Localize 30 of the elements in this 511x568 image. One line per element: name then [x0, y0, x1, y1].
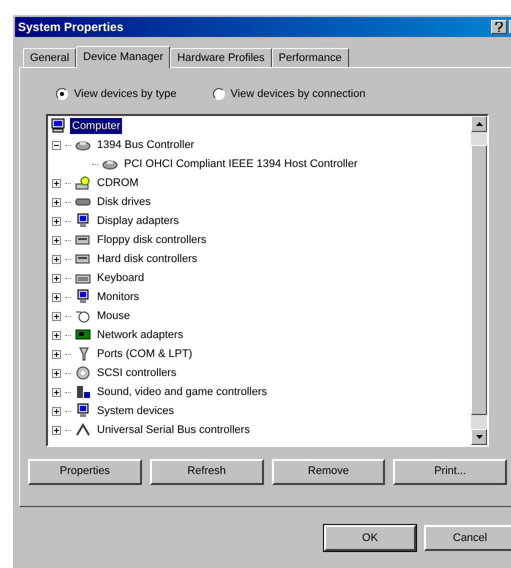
tree-item[interactable]: Sound, video and game controllers: [95, 384, 269, 400]
tab[interactable]: Hardware Profiles: [170, 48, 272, 67]
tab[interactable]: General: [23, 48, 76, 67]
tree-item[interactable]: Mouse: [95, 308, 132, 324]
tree-item[interactable]: Hard disk controllers: [95, 250, 200, 268]
dialog-button[interactable]: OK: [324, 525, 416, 551]
tree-item[interactable]: Universal Serial Bus controllers: [95, 422, 252, 438]
radio-option[interactable]: View devices by connection: [212, 86, 366, 102]
action-button[interactable]: Properties: [28, 458, 142, 484]
tree-item[interactable]: 1394 Bus Controller: [95, 136, 196, 154]
tree-item[interactable]: Display adapters: [95, 212, 181, 230]
tab[interactable]: Performance: [272, 48, 349, 67]
action-button[interactable]: Print...: [393, 458, 507, 484]
action-button[interactable]: Refresh: [150, 458, 264, 484]
tab[interactable]: Device Manager: [76, 46, 170, 68]
action-button[interactable]: Remove: [272, 458, 386, 484]
tree-item[interactable]: Ports (COM & LPT): [95, 346, 194, 362]
tree-item[interactable]: Floppy disk controllers: [95, 232, 208, 248]
tree-item[interactable]: Keyboard: [95, 270, 146, 286]
tree-item[interactable]: CDROM: [95, 174, 141, 192]
tree-item[interactable]: System devices: [95, 402, 176, 420]
tree-item[interactable]: SCSI controllers: [95, 364, 178, 382]
tree-item[interactable]: PCI OHCI Compliant IEEE 1394 Host Controller: [122, 156, 360, 172]
tree-item[interactable]: Monitors: [95, 288, 142, 306]
tree-item[interactable]: Disk drives: [95, 194, 153, 210]
tree-item[interactable]: Network adapters: [95, 326, 186, 344]
radio-option[interactable]: View devices by type: [56, 86, 177, 102]
window-title: System Properties: [18, 19, 124, 36]
dialog-button[interactable]: Cancel: [424, 525, 511, 551]
tree-item[interactable]: Computer: [70, 118, 122, 134]
